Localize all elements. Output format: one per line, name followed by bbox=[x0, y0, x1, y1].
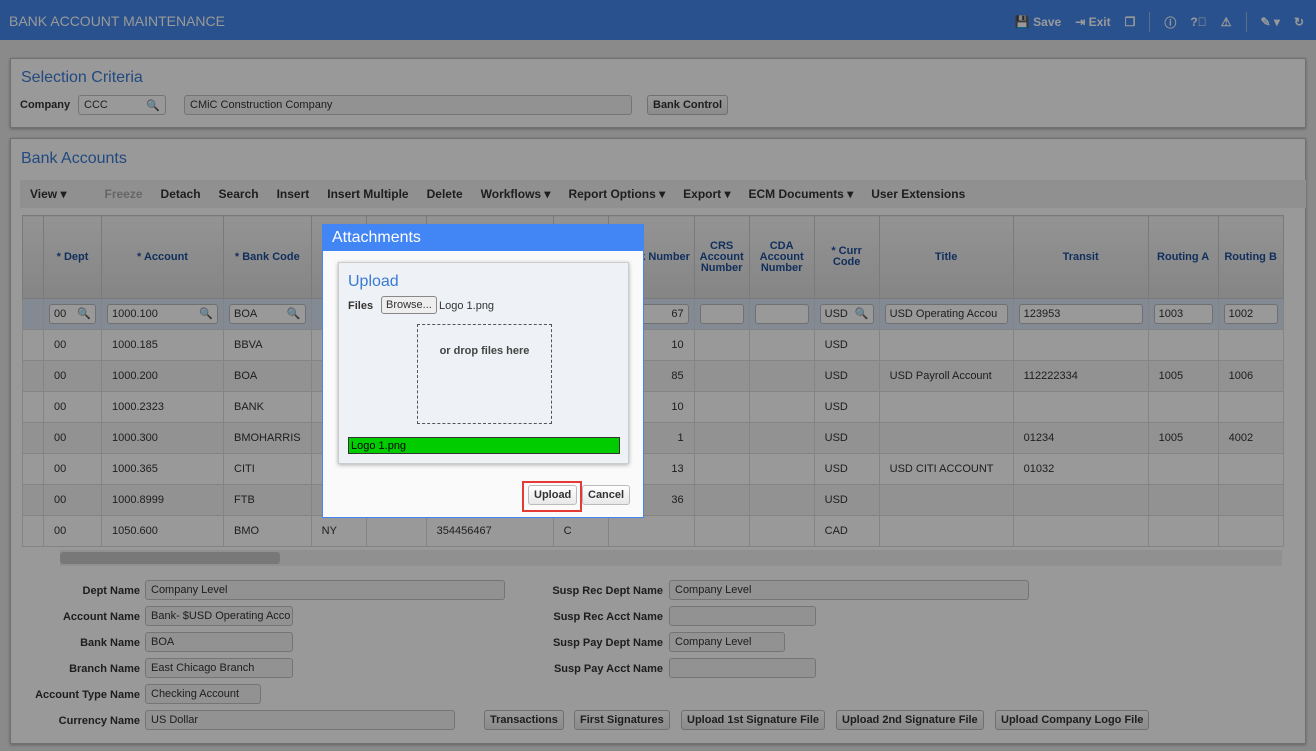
dialog-title: Attachments bbox=[323, 225, 643, 251]
files-label: Files bbox=[348, 300, 374, 312]
upload-progress-bar: Logo 1.png bbox=[348, 437, 620, 454]
upload-button[interactable]: Upload bbox=[528, 485, 578, 505]
drop-zone[interactable]: or drop files here bbox=[417, 324, 552, 424]
modal-overlay bbox=[0, 0, 1316, 751]
upload-section: Upload Files Browse... Logo 1.png or dro… bbox=[338, 262, 629, 464]
selected-file-name: Logo 1.png bbox=[439, 300, 495, 312]
cancel-button[interactable]: Cancel bbox=[582, 485, 631, 505]
attachments-dialog: Attachments Upload Files Browse... Logo … bbox=[322, 224, 644, 518]
upload-heading: Upload bbox=[348, 273, 399, 290]
browse-button[interactable]: Browse... bbox=[381, 296, 437, 314]
